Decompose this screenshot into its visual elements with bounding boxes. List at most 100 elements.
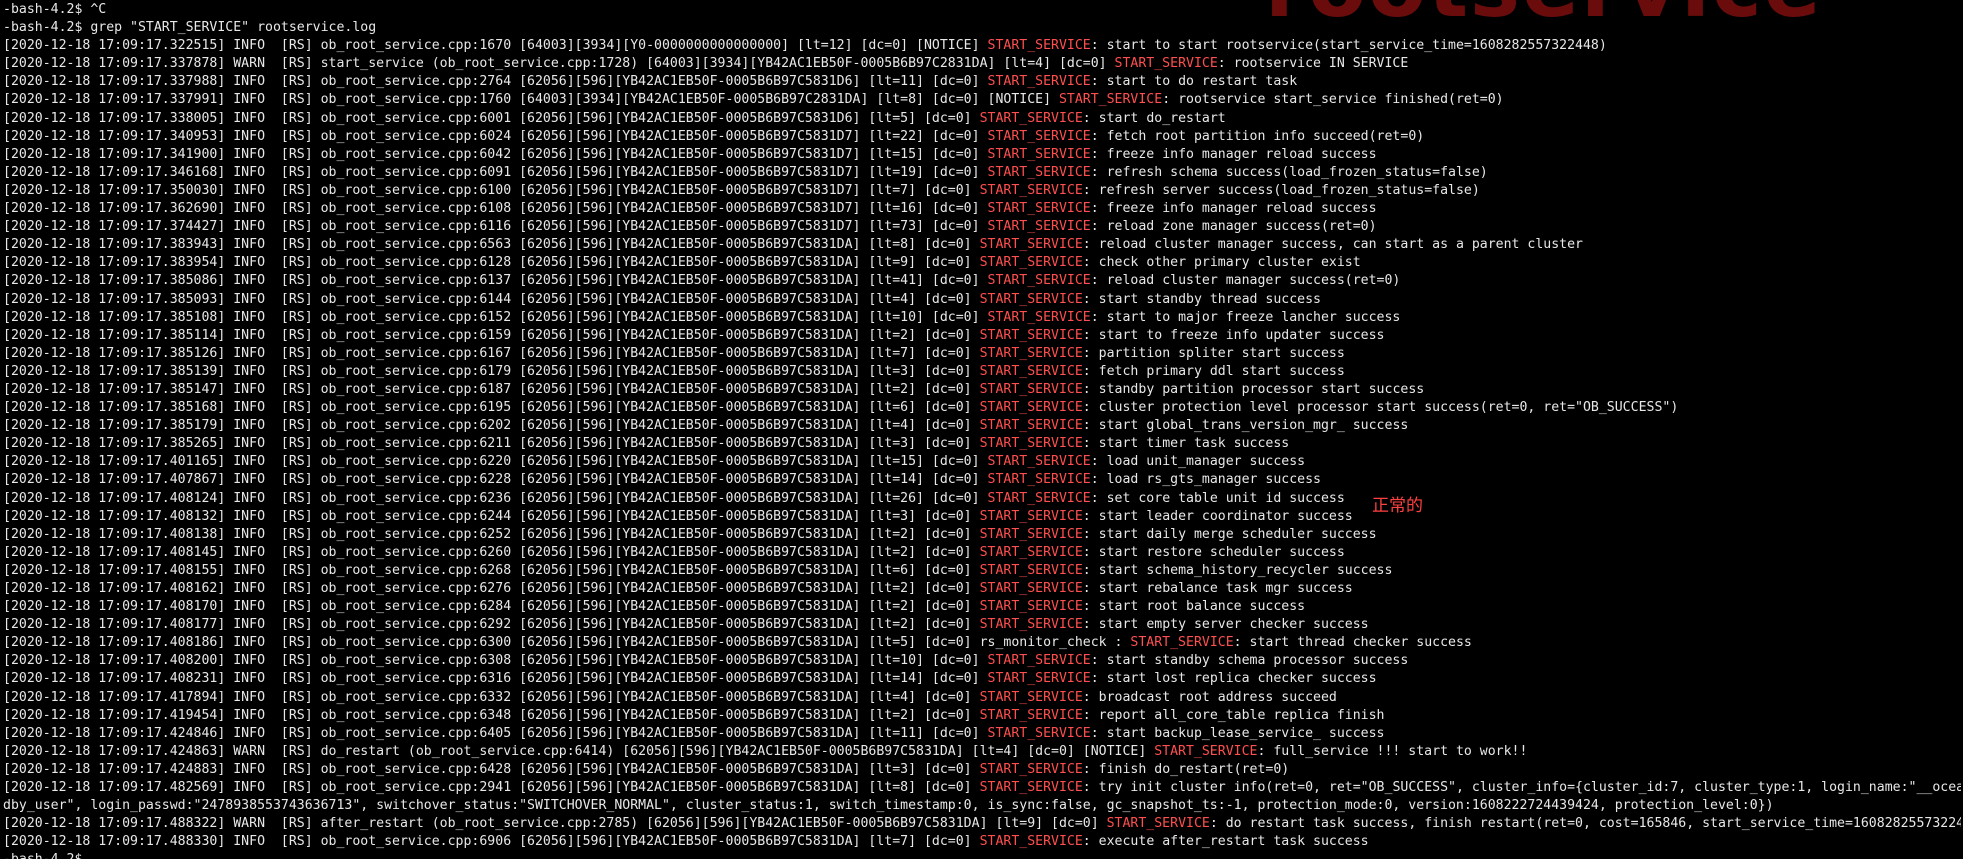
line-text: [2020-12-18 17:09:17.408170] INFO [RS] o… bbox=[3, 599, 980, 615]
terminal-line: [2020-12-18 17:09:17.385093] INFO [RS] o… bbox=[3, 291, 1961, 309]
line-text: [2020-12-18 17:09:17.408186] INFO [RS] o… bbox=[3, 635, 1131, 651]
highlight-keyword: START_SERVICE bbox=[979, 363, 1083, 379]
line-text: [2020-12-18 17:09:17.362690] INFO [RS] o… bbox=[3, 201, 988, 217]
line-text-tail: : start thread checker success bbox=[1233, 635, 1472, 651]
terminal-line: [2020-12-18 17:09:17.482569] INFO [RS] o… bbox=[3, 779, 1961, 797]
terminal-line: [2020-12-18 17:09:17.383943] INFO [RS] o… bbox=[3, 236, 1961, 254]
highlight-keyword: START_SERVICE bbox=[987, 201, 1091, 217]
terminal-line: [2020-12-18 17:09:17.338005] INFO [RS] o… bbox=[3, 110, 1961, 128]
highlight-keyword: START_SERVICE bbox=[979, 834, 1083, 850]
line-text: [2020-12-18 17:09:17.408124] INFO [RS] o… bbox=[3, 490, 988, 506]
line-text: [2020-12-18 17:09:17.337988] INFO [RS] o… bbox=[3, 74, 988, 90]
line-text-tail: : do restart task success, finish restar… bbox=[1209, 816, 1961, 832]
line-text: [2020-12-18 17:09:17.383954] INFO [RS] o… bbox=[3, 255, 980, 271]
terminal-line: [2020-12-18 17:09:17.408132] INFO [RS] o… bbox=[3, 508, 1961, 526]
terminal-line: [2020-12-18 17:09:17.424863] WARN [RS] d… bbox=[3, 743, 1961, 761]
line-text: [2020-12-18 17:09:17.337991] INFO [RS] o… bbox=[3, 92, 1059, 108]
line-text-tail: : cluster protection level processor sta… bbox=[1082, 400, 1679, 416]
highlight-keyword: START_SERVICE bbox=[987, 725, 1091, 741]
line-text-tail: : start to major freeze lancher success bbox=[1090, 309, 1401, 325]
line-text-tail: : start timer task success bbox=[1082, 436, 1290, 452]
line-text-tail: : try init cluster info(ret=0, ret="OB_S… bbox=[1082, 780, 1961, 796]
line-text-tail: : start do_restart bbox=[1082, 110, 1226, 126]
terminal-line: [2020-12-18 17:09:17.424883] INFO [RS] o… bbox=[3, 761, 1961, 779]
line-text: [2020-12-18 17:09:17.417894] INFO [RS] o… bbox=[3, 689, 980, 705]
highlight-keyword: START_SERVICE bbox=[1106, 816, 1210, 832]
terminal-line: [2020-12-18 17:09:17.385147] INFO [RS] o… bbox=[3, 381, 1961, 399]
highlight-keyword: START_SERVICE bbox=[987, 38, 1091, 54]
highlight-keyword: START_SERVICE bbox=[979, 110, 1083, 126]
line-text-tail: : full_service !!! start to work!! bbox=[1257, 743, 1528, 759]
terminal-line: [2020-12-18 17:09:17.385114] INFO [RS] o… bbox=[3, 327, 1961, 345]
line-text: [2020-12-18 17:09:17.385114] INFO [RS] o… bbox=[3, 327, 980, 343]
terminal-line: [2020-12-18 17:09:17.408145] INFO [RS] o… bbox=[3, 544, 1961, 562]
line-text: -bash-4.2$ ^C bbox=[3, 2, 107, 17]
highlight-keyword: START_SERVICE bbox=[979, 327, 1083, 343]
line-text-tail: : start schema_history_recycler success bbox=[1082, 562, 1393, 578]
terminal-line: [2020-12-18 17:09:17.337991] INFO [RS] o… bbox=[3, 91, 1961, 109]
line-text-tail: : start standby thread success bbox=[1082, 291, 1321, 307]
highlight-keyword: START_SERVICE bbox=[987, 164, 1091, 180]
terminal-line: [2020-12-18 17:09:17.408138] INFO [RS] o… bbox=[3, 526, 1961, 544]
highlight-keyword: START_SERVICE bbox=[1130, 635, 1234, 651]
line-text: [2020-12-18 17:09:17.408138] INFO [RS] o… bbox=[3, 526, 980, 542]
line-text: [2020-12-18 17:09:17.401165] INFO [RS] o… bbox=[3, 454, 988, 470]
terminal-line: [2020-12-18 17:09:17.341900] INFO [RS] o… bbox=[3, 146, 1961, 164]
terminal-line: [2020-12-18 17:09:17.374427] INFO [RS] o… bbox=[3, 218, 1961, 236]
line-text-tail: : standby partition processor start succ… bbox=[1082, 381, 1425, 397]
line-text: [2020-12-18 17:09:17.408231] INFO [RS] o… bbox=[3, 671, 988, 687]
highlight-keyword: START_SERVICE bbox=[987, 671, 1091, 687]
line-text: [2020-12-18 17:09:17.383943] INFO [RS] o… bbox=[3, 237, 980, 253]
line-text-tail: : refresh schema success(load_frozen_sta… bbox=[1090, 164, 1488, 180]
terminal-line: [2020-12-18 17:09:17.385126] INFO [RS] o… bbox=[3, 345, 1961, 363]
line-text: [2020-12-18 17:09:17.346168] INFO [RS] o… bbox=[3, 164, 988, 180]
line-text: [2020-12-18 17:09:17.350030] INFO [RS] o… bbox=[3, 182, 980, 198]
highlight-keyword: START_SERVICE bbox=[987, 128, 1091, 144]
terminal-line: [2020-12-18 17:09:17.385179] INFO [RS] o… bbox=[3, 417, 1961, 435]
line-text: [2020-12-18 17:09:17.385265] INFO [RS] o… bbox=[3, 436, 980, 452]
line-text-tail: : finish do_restart(ret=0) bbox=[1082, 761, 1290, 777]
line-text-tail: : start backup_lease_service_ success bbox=[1090, 725, 1385, 741]
line-text-tail: : reload cluster manager success(ret=0) bbox=[1090, 273, 1401, 289]
line-text-tail: : start root balance success bbox=[1082, 599, 1306, 615]
line-text-tail: : rootservice start_service finished(ret… bbox=[1162, 92, 1504, 108]
terminal-window[interactable]: rootservice -bash-4.2$ ^C-bash-4.2$ grep… bbox=[0, 0, 1963, 859]
line-text-tail: : reload cluster manager success, can st… bbox=[1082, 237, 1583, 253]
line-text-tail: : freeze info manager reload success bbox=[1090, 146, 1377, 162]
line-text-tail: : start to do restart task bbox=[1090, 74, 1298, 90]
line-text-tail: : start to freeze info updater success bbox=[1082, 327, 1385, 343]
line-text-tail: : start empty server checker success bbox=[1082, 617, 1369, 633]
line-text: [2020-12-18 17:09:17.385126] INFO [RS] o… bbox=[3, 345, 980, 361]
terminal-line: [2020-12-18 17:09:17.488330] INFO [RS] o… bbox=[3, 833, 1961, 851]
highlight-keyword: START_SERVICE bbox=[979, 508, 1083, 524]
highlight-keyword: START_SERVICE bbox=[1058, 92, 1163, 108]
line-text: [2020-12-18 17:09:17.408155] INFO [RS] o… bbox=[3, 562, 980, 578]
line-text: [2020-12-18 17:09:17.419454] INFO [RS] o… bbox=[3, 707, 980, 723]
line-text-tail: : execute after_restart task success bbox=[1082, 834, 1369, 850]
line-text: [2020-12-18 17:09:17.482569] INFO [RS] o… bbox=[3, 780, 980, 796]
line-text: [2020-12-18 17:09:17.385147] INFO [RS] o… bbox=[3, 381, 980, 397]
line-text: [2020-12-18 17:09:17.488322] WARN [RS] a… bbox=[3, 816, 1107, 832]
highlight-keyword: START_SERVICE bbox=[979, 400, 1083, 416]
highlight-keyword: START_SERVICE bbox=[979, 291, 1083, 307]
terminal-line: [2020-12-18 17:09:17.337988] INFO [RS] o… bbox=[3, 73, 1961, 91]
line-text: [2020-12-18 17:09:17.408145] INFO [RS] o… bbox=[3, 544, 980, 560]
line-text-tail: : start to start rootservice(start_servi… bbox=[1090, 38, 1607, 54]
line-text: -bash-4.2$ grep "START_SERVICE" rootserv… bbox=[3, 20, 377, 36]
highlight-keyword: START_SERVICE bbox=[979, 689, 1083, 705]
highlight-keyword: START_SERVICE bbox=[987, 74, 1091, 90]
highlight-keyword: START_SERVICE bbox=[979, 182, 1083, 198]
line-text-tail: : refresh server success(load_frozen_sta… bbox=[1082, 182, 1480, 198]
terminal-line: [2020-12-18 17:09:17.401165] INFO [RS] o… bbox=[3, 453, 1961, 471]
highlight-keyword: START_SERVICE bbox=[979, 381, 1083, 397]
highlight-keyword: START_SERVICE bbox=[979, 345, 1083, 361]
line-text: [2020-12-18 17:09:17.340953] INFO [RS] o… bbox=[3, 128, 988, 144]
line-text: dby_user", login_passwd:"247893855374363… bbox=[3, 798, 1774, 814]
terminal-line: [2020-12-18 17:09:17.337878] WARN [RS] s… bbox=[3, 55, 1961, 73]
terminal-line: [2020-12-18 17:09:17.408231] INFO [RS] o… bbox=[3, 670, 1961, 688]
terminal-line: [2020-12-18 17:09:17.383954] INFO [RS] o… bbox=[3, 254, 1961, 272]
terminal-output[interactable]: -bash-4.2$ ^C -bash-4.2$ grep "START_SERV… bbox=[3, 1, 1961, 859]
line-text: [2020-12-18 17:09:17.407867] INFO [RS] o… bbox=[3, 472, 988, 488]
terminal-line: -bash-4.2$ bbox=[3, 851, 1961, 859]
line-text: [2020-12-18 17:09:17.424883] INFO [RS] o… bbox=[3, 761, 980, 777]
